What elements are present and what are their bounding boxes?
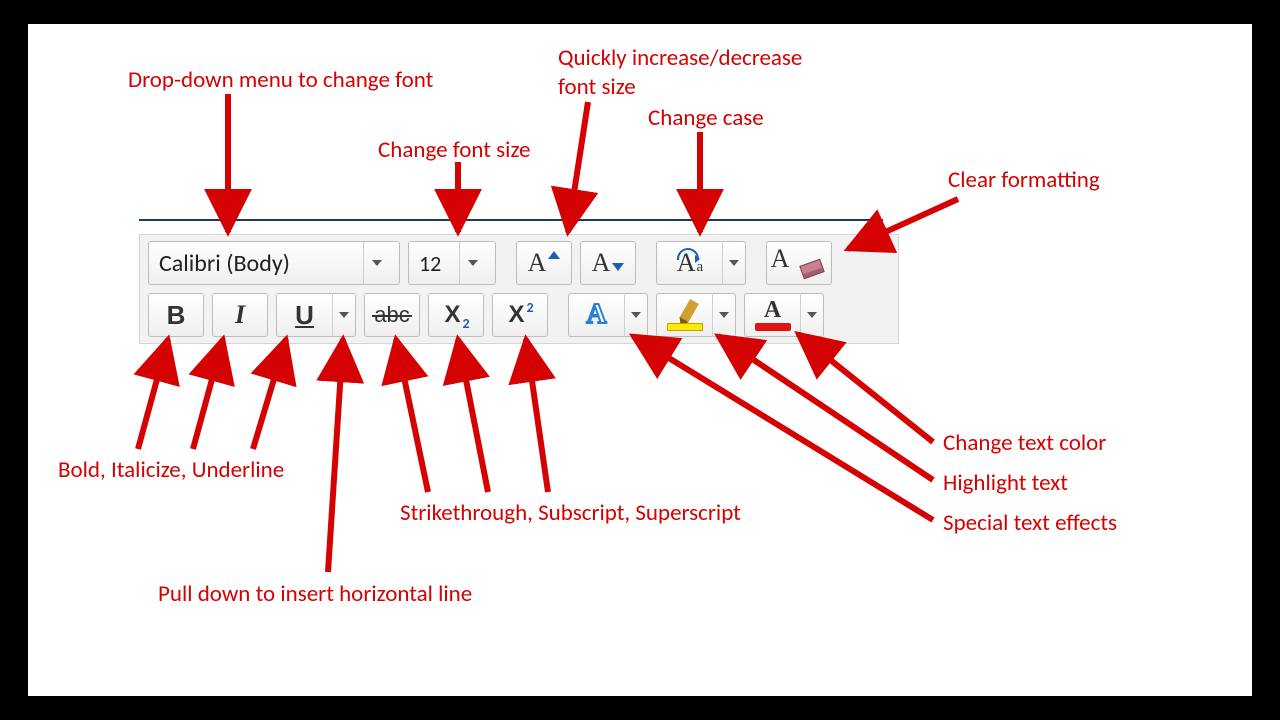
highlight-caret[interactable]	[712, 293, 736, 337]
highlight-button[interactable]	[656, 293, 736, 337]
letter-icon: A	[771, 246, 790, 272]
chevron-down-icon	[363, 242, 389, 284]
subscript-button[interactable]: X 2	[428, 293, 484, 337]
text-effects-caret[interactable]	[624, 293, 648, 337]
callout-horizontal-line: Pull down to insert horizontal line	[158, 580, 472, 609]
highlight-swatch	[667, 323, 703, 331]
chevron-down-icon	[459, 242, 485, 284]
callout-grow-shrink-line2: font size	[558, 73, 636, 101]
grow-font-icon: A	[528, 250, 547, 276]
font-toolbar: Calibri (Body) 12 A A A a	[139, 234, 899, 344]
shrink-font-button[interactable]: A	[580, 241, 636, 285]
grow-font-button[interactable]: A	[516, 241, 572, 285]
chevron-down-icon	[339, 312, 349, 318]
clear-formatting-button[interactable]: A	[766, 241, 832, 285]
font-color-swatch	[755, 323, 791, 331]
callout-effects: Special text effects	[943, 509, 1117, 538]
text-effects-icon: A	[586, 301, 606, 329]
chevron-down-icon	[807, 312, 817, 318]
font-color-caret[interactable]	[800, 293, 824, 337]
callout-text-color: Change text color	[943, 429, 1106, 458]
change-case-button[interactable]: A a	[656, 241, 746, 285]
bold-button[interactable]: B	[148, 293, 204, 337]
font-name-value: Calibri (Body)	[159, 249, 357, 278]
subscript-base-icon: X	[444, 303, 460, 327]
eraser-icon	[800, 259, 825, 280]
subscript-index-icon: 2	[462, 315, 469, 332]
font-size-dropdown[interactable]: 12	[408, 241, 496, 285]
chevron-down-icon	[631, 312, 641, 318]
callout-font-size: Change font size	[378, 136, 530, 165]
font-name-dropdown[interactable]: Calibri (Body)	[148, 241, 400, 285]
toolbar-row-2: B I U abc X 2 X 2	[148, 293, 890, 337]
section-divider	[139, 219, 883, 221]
callout-biu: Bold, Italicize, Underline	[58, 456, 284, 485]
triangle-down-icon	[612, 263, 624, 271]
italic-icon: I	[235, 302, 245, 328]
highlighter-icon	[679, 299, 699, 323]
callout-font-menu: Drop-down menu to change font	[128, 66, 433, 95]
italic-button[interactable]: I	[212, 293, 268, 337]
callout-sss: Strikethrough, Subscript, Superscript	[400, 499, 741, 528]
callout-clear-formatting: Clear formatting	[948, 166, 1100, 195]
superscript-index-icon: 2	[526, 299, 533, 316]
font-size-value: 12	[419, 250, 453, 277]
toolbar-row-1: Calibri (Body) 12 A A A a	[148, 241, 890, 285]
bold-icon: B	[167, 302, 186, 328]
text-effects-button[interactable]: A	[568, 293, 648, 337]
underline-main[interactable]: U	[276, 293, 332, 337]
font-color-button[interactable]: A	[744, 293, 824, 337]
highlight-main[interactable]	[656, 293, 712, 337]
strikethrough-icon: abc	[374, 304, 409, 326]
callout-change-case: Change case	[648, 104, 764, 133]
callout-grow-shrink: Quickly increase/decrease font size	[558, 44, 802, 102]
underline-caret[interactable]	[332, 293, 356, 337]
letter-small-icon: a	[697, 260, 704, 275]
change-case-caret[interactable]	[722, 241, 746, 285]
text-effects-main[interactable]: A	[568, 293, 624, 337]
strikethrough-button[interactable]: abc	[364, 293, 420, 337]
shrink-font-icon: A	[592, 250, 611, 276]
change-case-main[interactable]: A a	[656, 241, 722, 285]
underline-icon: U	[295, 302, 314, 328]
superscript-button[interactable]: X 2	[492, 293, 548, 337]
triangle-up-icon	[548, 251, 560, 259]
underline-button[interactable]: U	[276, 293, 356, 337]
superscript-base-icon: X	[508, 303, 524, 327]
chevron-down-icon	[729, 260, 739, 266]
font-color-main[interactable]: A	[744, 293, 800, 337]
callout-grow-shrink-line1: Quickly increase/decrease	[558, 44, 802, 72]
font-color-icon: A	[764, 298, 781, 322]
callout-highlight: Highlight text	[943, 469, 1068, 498]
chevron-down-icon	[719, 312, 729, 318]
